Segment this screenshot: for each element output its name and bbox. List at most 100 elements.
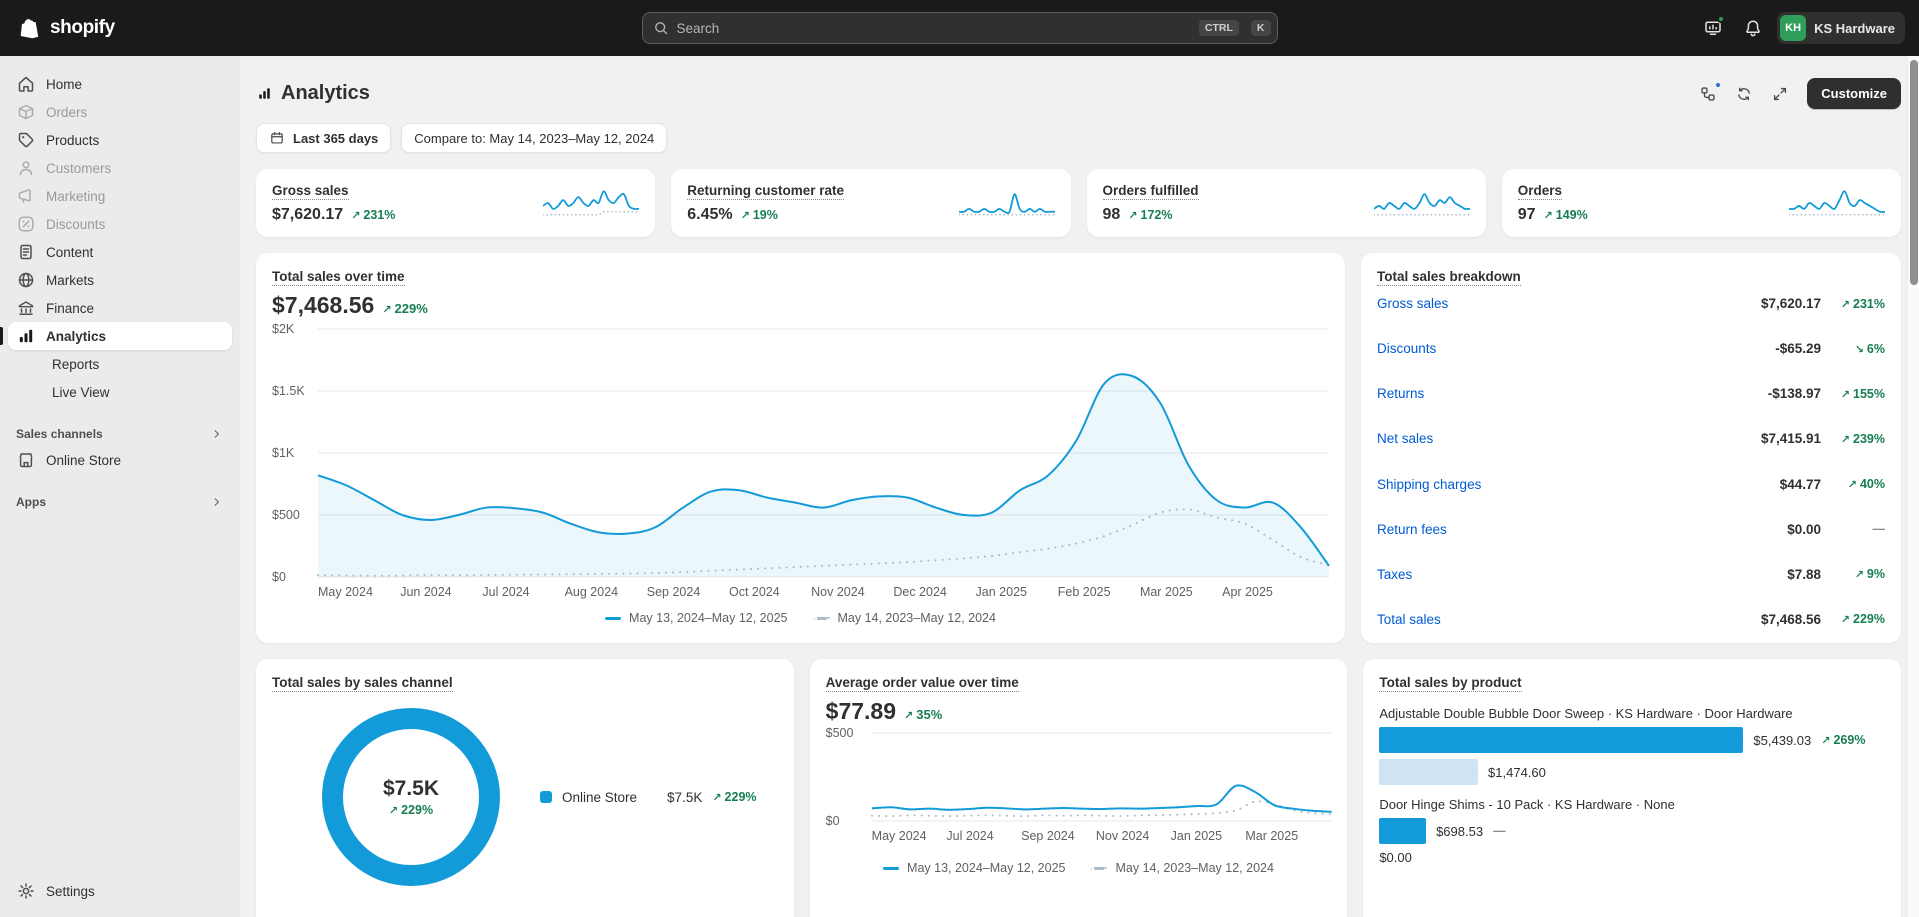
metric-title[interactable]: Gross sales xyxy=(272,183,349,200)
product-change: 269% xyxy=(1821,733,1865,747)
sidebar-item[interactable]: Discounts xyxy=(8,210,232,238)
chart-plot-area[interactable] xyxy=(318,329,1329,577)
breakdown-change: — xyxy=(1821,522,1885,536)
aov-title[interactable]: Average order value over time xyxy=(826,675,1019,692)
trend-arrow-icon xyxy=(1855,567,1864,581)
account-menu[interactable]: KH KS Hardware xyxy=(1777,12,1905,44)
trend-arrow-icon xyxy=(1544,208,1553,222)
x-axis-tick-label: Mar 2025 xyxy=(1245,829,1298,843)
product-sales-value: $5,439.03 xyxy=(1753,733,1811,748)
breakdown-change: 40% xyxy=(1821,477,1885,491)
metric-card[interactable]: Gross sales $7,620.17 231% xyxy=(256,169,655,237)
vertical-scrollbar[interactable] xyxy=(1907,56,1919,917)
x-axis-labels: May 2024Jul 2024Sep 2024Nov 2024Jan 2025… xyxy=(872,829,1332,849)
solid-line-marker xyxy=(883,867,899,870)
sidebar-item[interactable]: Analytics xyxy=(8,322,232,350)
product-compare-bar xyxy=(1379,759,1478,785)
shopify-admin: shopify Search CTRL K KH KS Hardware xyxy=(0,0,1919,917)
breakdown-change: 6% xyxy=(1821,342,1885,356)
scrollbar-thumb[interactable] xyxy=(1910,60,1918,285)
chart-plot-area[interactable] xyxy=(872,733,1332,821)
donut-total-change: 229% xyxy=(389,803,433,817)
breakdown-value: $7,468.56 xyxy=(1761,612,1821,627)
metric-title[interactable]: Returning customer rate xyxy=(687,183,844,200)
product-row: Door Hinge Shims - 10 Pack · KS Hardware… xyxy=(1379,797,1885,865)
apps-label: Apps xyxy=(16,495,46,509)
sidebar-item[interactable]: Markets xyxy=(8,266,232,294)
y-axis-labels: $500$0 xyxy=(826,733,872,821)
chevron-right-icon xyxy=(210,495,224,509)
metric-title[interactable]: Orders fulfilled xyxy=(1103,183,1199,200)
sidebar-item[interactable]: Products xyxy=(8,126,232,154)
breakdown-label-link[interactable]: Gross sales xyxy=(1377,296,1761,311)
sidebar-item[interactable]: Home xyxy=(8,70,232,98)
breakdown-value: $7,620.17 xyxy=(1761,296,1821,311)
product-sales-bar[interactable] xyxy=(1379,818,1426,844)
store-activity-icon[interactable] xyxy=(1697,12,1729,44)
breakdown-label-link[interactable]: Total sales xyxy=(1377,612,1761,627)
product-sales-bar[interactable] xyxy=(1379,727,1743,753)
breakdown-label-link[interactable]: Discounts xyxy=(1377,341,1775,356)
solid-line-marker xyxy=(605,617,621,620)
sidebar-item-icon xyxy=(16,270,36,290)
breakdown-label-link[interactable]: Returns xyxy=(1377,386,1768,401)
settings-label: Settings xyxy=(46,884,95,899)
breakdown-rows: Gross sales $7,620.17 231% Discounts -$6… xyxy=(1377,296,1885,627)
shopify-logo[interactable]: shopify xyxy=(0,16,115,41)
trend-arrow-icon xyxy=(904,707,913,722)
sidebar-item[interactable]: Marketing xyxy=(8,182,232,210)
sidebar-item-label: Home xyxy=(46,77,82,92)
sidebar-item[interactable]: Orders xyxy=(8,98,232,126)
total-sales-chart-card: Total sales over time $7,468.56 229% $2K… xyxy=(256,253,1345,643)
sidebar-item-icon xyxy=(16,186,36,206)
metric-card[interactable]: Returning customer rate 6.45% 19% xyxy=(671,169,1070,237)
channel-legend: Online Store $7.5K 229% xyxy=(540,790,757,805)
sidebar-item[interactable]: Live View xyxy=(8,378,232,406)
breakdown-change: 9% xyxy=(1821,567,1885,581)
total-sales-title[interactable]: Total sales over time xyxy=(272,269,405,286)
customize-button[interactable]: Customize xyxy=(1807,78,1901,109)
breakdown-label-link[interactable]: Taxes xyxy=(1377,567,1787,582)
product-compare-bar-row: $0.00 xyxy=(1379,850,1885,865)
fullscreen-icon[interactable] xyxy=(1771,85,1789,103)
refresh-data-icon[interactable] xyxy=(1735,85,1753,103)
sidebar-item[interactable]: Content xyxy=(8,238,232,266)
sidebar-item-icon xyxy=(16,242,36,262)
breakdown-label-link[interactable]: Net sales xyxy=(1377,431,1761,446)
insights-icon[interactable] xyxy=(1699,85,1717,103)
dotted-line-marker xyxy=(1091,867,1107,870)
total-sales-line-chart: $2K$1.5K$1K$500$0 May 2024Jun 2024Jul 20… xyxy=(272,329,1329,605)
donut-chart[interactable]: $7.5K 229% xyxy=(322,708,500,886)
breakdown-title[interactable]: Total sales breakdown xyxy=(1377,269,1521,286)
store-name: KS Hardware xyxy=(1814,21,1895,36)
metric-change: 149% xyxy=(1544,208,1588,222)
metric-card[interactable]: Orders fulfilled 98 172% xyxy=(1087,169,1486,237)
sidebar-item-settings[interactable]: Settings xyxy=(8,877,232,905)
sidebar-item-online-store[interactable]: Online Store xyxy=(8,446,232,474)
breakdown-row: Net sales $7,415.91 239% xyxy=(1377,431,1885,446)
breakdown-value: -$65.29 xyxy=(1775,341,1821,356)
x-axis-tick-label: Sep 2024 xyxy=(1021,829,1075,843)
shopify-bag-icon xyxy=(18,16,43,41)
apps-heading[interactable]: Apps xyxy=(8,490,232,514)
sidebar-item-icon xyxy=(16,158,36,178)
breakdown-label-link[interactable]: Return fees xyxy=(1377,522,1787,537)
compare-button[interactable]: Compare to: May 14, 2023–May 12, 2024 xyxy=(401,123,667,153)
chevron-right-icon xyxy=(210,427,224,441)
search-icon xyxy=(653,20,669,36)
sales-by-product-title[interactable]: Total sales by product xyxy=(1379,675,1521,692)
product-current-bar-row: $5,439.03 269% xyxy=(1379,727,1885,753)
legend-current-period: May 13, 2024–May 12, 2025 xyxy=(605,611,787,625)
sales-by-channel-title[interactable]: Total sales by sales channel xyxy=(272,675,453,692)
notifications-button[interactable] xyxy=(1737,12,1769,44)
sidebar-item[interactable]: Finance xyxy=(8,294,232,322)
channel-name[interactable]: Online Store xyxy=(562,790,637,805)
search-input[interactable]: Search CTRL K xyxy=(642,12,1278,44)
sidebar-item[interactable]: Reports xyxy=(8,350,232,378)
metric-title[interactable]: Orders xyxy=(1518,183,1562,200)
sidebar-item[interactable]: Customers xyxy=(8,154,232,182)
date-range-button[interactable]: Last 365 days xyxy=(256,123,391,153)
sales-channels-heading[interactable]: Sales channels xyxy=(8,422,232,446)
metric-card[interactable]: Orders 97 149% xyxy=(1502,169,1901,237)
breakdown-label-link[interactable]: Shipping charges xyxy=(1377,477,1780,492)
